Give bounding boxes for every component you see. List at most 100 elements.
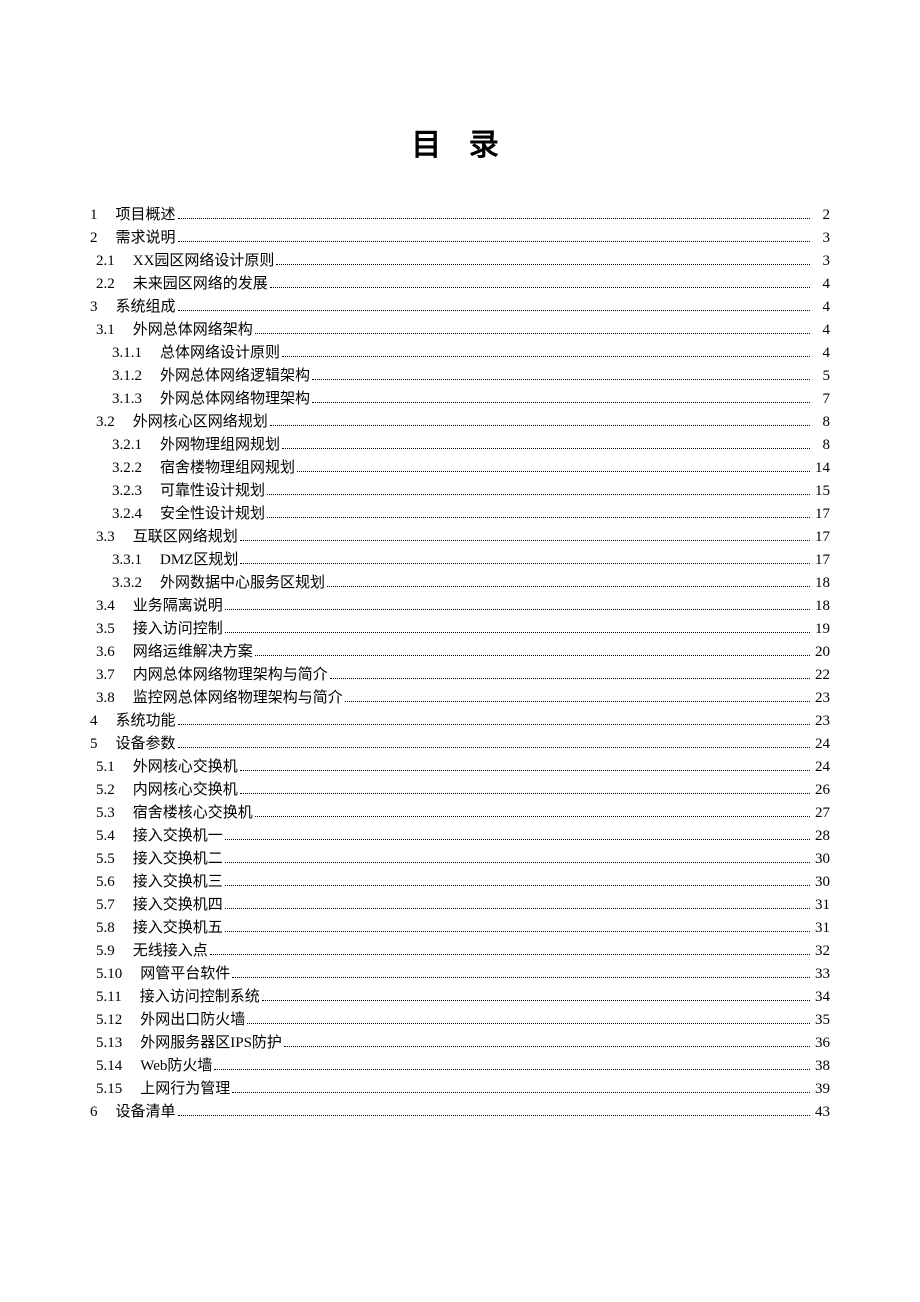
toc-entry-label: 设备参数 xyxy=(116,734,176,755)
toc-entry-number: 3.2.3 xyxy=(112,481,142,502)
toc-entry-page: 8 xyxy=(812,435,830,456)
toc-entry-label: 外网出口防火墙 xyxy=(140,1010,245,1031)
toc-entry-page: 3 xyxy=(812,251,830,272)
toc-entry-page: 28 xyxy=(812,826,830,847)
toc-leader-dots xyxy=(276,264,810,265)
toc-entry-label: 接入访问控制 xyxy=(133,619,223,640)
toc-entry-label: 外网总体网络架构 xyxy=(133,320,253,341)
toc-entry-number: 5.9 xyxy=(96,941,115,962)
toc-entry-label: 需求说明 xyxy=(116,228,176,249)
toc-leader-dots xyxy=(240,540,810,541)
toc-entry-number: 2.2 xyxy=(96,274,115,295)
toc-leader-dots xyxy=(240,770,810,771)
toc-entry-number: 3.7 xyxy=(96,665,115,686)
toc-entry-label: 接入交换机二 xyxy=(133,849,223,870)
toc-entry-page: 31 xyxy=(812,895,830,916)
toc-entry-number: 5.13 xyxy=(96,1033,122,1054)
toc-entry-page: 15 xyxy=(812,481,830,502)
toc-entry: 1项目概述2 xyxy=(90,204,830,227)
toc-entry: 3.2外网核心区网络规划8 xyxy=(90,411,830,434)
toc-entry: 2.2未来园区网络的发展4 xyxy=(90,273,830,296)
toc-entry: 3.3.1DMZ区规划17 xyxy=(90,549,830,572)
toc-entry-number: 3.2.2 xyxy=(112,458,142,479)
toc-leader-dots xyxy=(282,448,810,449)
toc-entry: 3.2.4 安全性设计规划 17 xyxy=(90,503,830,526)
toc-entry-page: 30 xyxy=(812,872,830,893)
toc-leader-dots xyxy=(270,287,810,288)
toc-entry-page: 17 xyxy=(812,504,830,525)
toc-entry-number: 3.1 xyxy=(96,320,115,341)
toc-entry-label: 上网行为管理 xyxy=(140,1079,230,1100)
toc-leader-dots xyxy=(240,563,810,564)
toc-entry-number: 4 xyxy=(90,711,98,732)
toc-entry-label: XX园区网络设计原则 xyxy=(133,251,275,272)
toc-entry-number: 5.1 xyxy=(96,757,115,778)
toc-entry: 4系统功能23 xyxy=(90,710,830,733)
table-of-contents: 1项目概述22需求说明32.1XX园区网络设计原则32.2未来园区网络的发展43… xyxy=(90,204,830,1124)
toc-entry-page: 18 xyxy=(812,573,830,594)
toc-leader-dots xyxy=(178,310,810,311)
toc-leader-dots xyxy=(178,218,810,219)
toc-entry-number: 3.1.1 xyxy=(112,343,142,364)
toc-leader-dots xyxy=(267,517,810,518)
toc-entry-label: 外网核心交换机 xyxy=(133,757,238,778)
toc-entry: 3系统组成4 xyxy=(90,296,830,319)
toc-leader-dots xyxy=(225,609,810,610)
toc-entry: 5.10网管平台软件33 xyxy=(90,963,830,986)
toc-entry-label: 外网服务器区IPS防护 xyxy=(140,1033,282,1054)
toc-entry-label: 监控网总体网络物理架构与简介 xyxy=(133,688,343,709)
toc-entry-number: 3.3.2 xyxy=(112,573,142,594)
toc-entry-page: 32 xyxy=(812,941,830,962)
toc-entry: 3.1外网总体网络架构4 xyxy=(90,319,830,342)
toc-entry-number: 5.6 xyxy=(96,872,115,893)
toc-leader-dots xyxy=(262,1000,810,1001)
toc-entry: 3.1.1总体网络设计原则4 xyxy=(90,342,830,365)
toc-leader-dots xyxy=(297,471,810,472)
toc-leader-dots xyxy=(327,586,810,587)
toc-leader-dots xyxy=(178,724,810,725)
toc-leader-dots xyxy=(247,1023,810,1024)
toc-entry-label: 安全性设计规划 xyxy=(160,504,265,525)
toc-entry-page: 23 xyxy=(812,688,830,709)
toc-entry-label: 宿舍楼物理组网规划 xyxy=(160,458,295,479)
toc-leader-dots xyxy=(255,655,810,656)
toc-entry: 5.1外网核心交换机24 xyxy=(90,756,830,779)
toc-entry-label: 外网总体网络物理架构 xyxy=(160,389,310,410)
toc-entry-label: 无线接入点 xyxy=(133,941,208,962)
toc-entry-page: 19 xyxy=(812,619,830,640)
toc-leader-dots xyxy=(284,1046,810,1047)
toc-entry-page: 35 xyxy=(812,1010,830,1031)
toc-entry-label: 外网物理组网规划 xyxy=(160,435,280,456)
toc-entry: 5.5接入交换机二30 xyxy=(90,848,830,871)
toc-entry-page: 18 xyxy=(812,596,830,617)
toc-leader-dots xyxy=(312,379,810,380)
toc-entry-page: 14 xyxy=(812,458,830,479)
toc-entry-label: 外网数据中心服务区规划 xyxy=(160,573,325,594)
toc-entry-page: 23 xyxy=(812,711,830,732)
toc-entry-number: 3.1.3 xyxy=(112,389,142,410)
toc-entry-label: 网络运维解决方案 xyxy=(133,642,253,663)
toc-entry-label: 接入访问控制系统 xyxy=(140,987,260,1008)
toc-entry-number: 3.2.4 xyxy=(112,504,142,525)
toc-entry: 2需求说明3 xyxy=(90,227,830,250)
toc-entry: 5.4接入交换机一28 xyxy=(90,825,830,848)
toc-leader-dots xyxy=(267,494,810,495)
toc-entry-number: 3.1.2 xyxy=(112,366,142,387)
toc-entry-page: 36 xyxy=(812,1033,830,1054)
toc-entry-label: 可靠性设计规划 xyxy=(160,481,265,502)
toc-entry-number: 5.11 xyxy=(96,987,122,1008)
toc-leader-dots xyxy=(225,885,810,886)
toc-entry-number: 3.8 xyxy=(96,688,115,709)
toc-entry-label: 外网核心区网络规划 xyxy=(133,412,268,433)
toc-entry-label: 宿舍楼核心交换机 xyxy=(133,803,253,824)
toc-entry-number: 5.15 xyxy=(96,1079,122,1100)
toc-entry-page: 31 xyxy=(812,918,830,939)
toc-leader-dots xyxy=(225,931,810,932)
toc-entry: 5.7接入交换机四31 xyxy=(90,894,830,917)
toc-entry: 5.2内网核心交换机26 xyxy=(90,779,830,802)
toc-entry-page: 17 xyxy=(812,527,830,548)
toc-entry-page: 5 xyxy=(812,366,830,387)
toc-entry-page: 38 xyxy=(812,1056,830,1077)
toc-entry-page: 26 xyxy=(812,780,830,801)
toc-heading: 目 录 xyxy=(90,120,830,164)
